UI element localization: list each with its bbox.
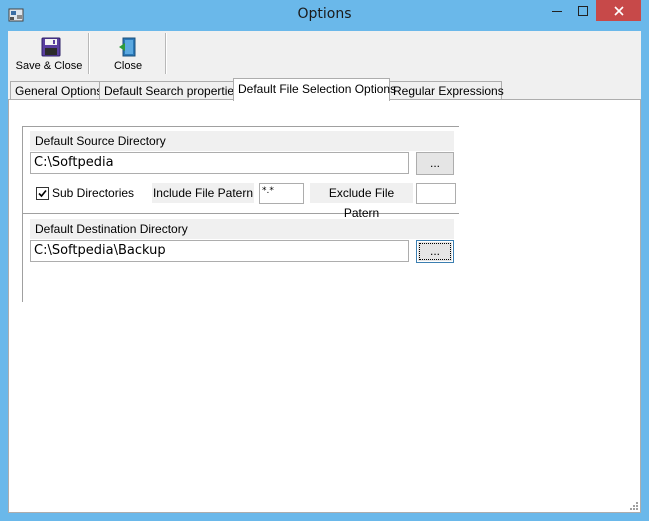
sub-directories-label: Sub Directories <box>52 186 135 200</box>
options-window: Options Save & Close Close General Optio… <box>0 0 649 521</box>
resize-grip-icon[interactable] <box>629 501 639 511</box>
group-border <box>23 213 459 214</box>
destination-browse-button[interactable]: ... <box>416 240 454 263</box>
group-border <box>22 126 459 127</box>
floppy-disk-icon <box>41 37 61 57</box>
destination-directory-input[interactable]: C:\Softpedia\Backup <box>30 240 409 262</box>
title-bar[interactable]: Options <box>0 0 649 31</box>
sub-directories-checkbox[interactable] <box>36 187 49 200</box>
tab-general-options[interactable]: General Options <box>10 81 103 100</box>
toolbar: Save & Close Close <box>8 31 641 75</box>
exit-door-icon <box>119 37 136 57</box>
close-window-button[interactable] <box>596 0 641 21</box>
group-border <box>22 126 23 302</box>
maximize-button[interactable] <box>570 0 596 21</box>
close-label: Close <box>113 60 143 72</box>
tab-default-search-properties[interactable]: Default Search properties <box>99 81 240 100</box>
tab-regular-expressions[interactable]: Regular Expressions <box>388 81 504 100</box>
tab-strip: General Options Default Search propertie… <box>8 78 641 101</box>
toolbar-separator <box>88 33 90 74</box>
minimize-icon <box>552 10 562 12</box>
client-area: Save & Close Close General Options Defau… <box>8 31 641 513</box>
exclude-pattern-input[interactable] <box>416 183 456 204</box>
toolbar-separator <box>165 33 167 74</box>
source-directory-header: Default Source Directory <box>30 131 454 151</box>
include-pattern-label: Include File Patern <box>152 183 254 203</box>
exclude-pattern-label: Exclude File Patern <box>310 183 413 220</box>
destination-directory-header: Default Destination Directory <box>30 219 454 239</box>
maximize-icon <box>578 5 588 16</box>
minimize-button[interactable] <box>544 0 570 21</box>
source-browse-button[interactable]: ... <box>416 152 454 175</box>
include-pattern-input[interactable]: *.* <box>259 183 304 204</box>
source-directory-input[interactable]: C:\Softpedia <box>30 152 409 174</box>
file-selection-panel: Default Source Directory C:\Softpedia ..… <box>8 99 641 513</box>
close-icon <box>613 5 624 16</box>
save-close-button[interactable]: Save & Close <box>10 33 88 75</box>
checkmark-icon <box>38 189 47 198</box>
tab-default-file-selection-options[interactable]: Default File Selection Options <box>233 78 396 101</box>
close-button[interactable]: Close <box>91 33 165 75</box>
save-close-label: Save & Close <box>15 60 83 72</box>
